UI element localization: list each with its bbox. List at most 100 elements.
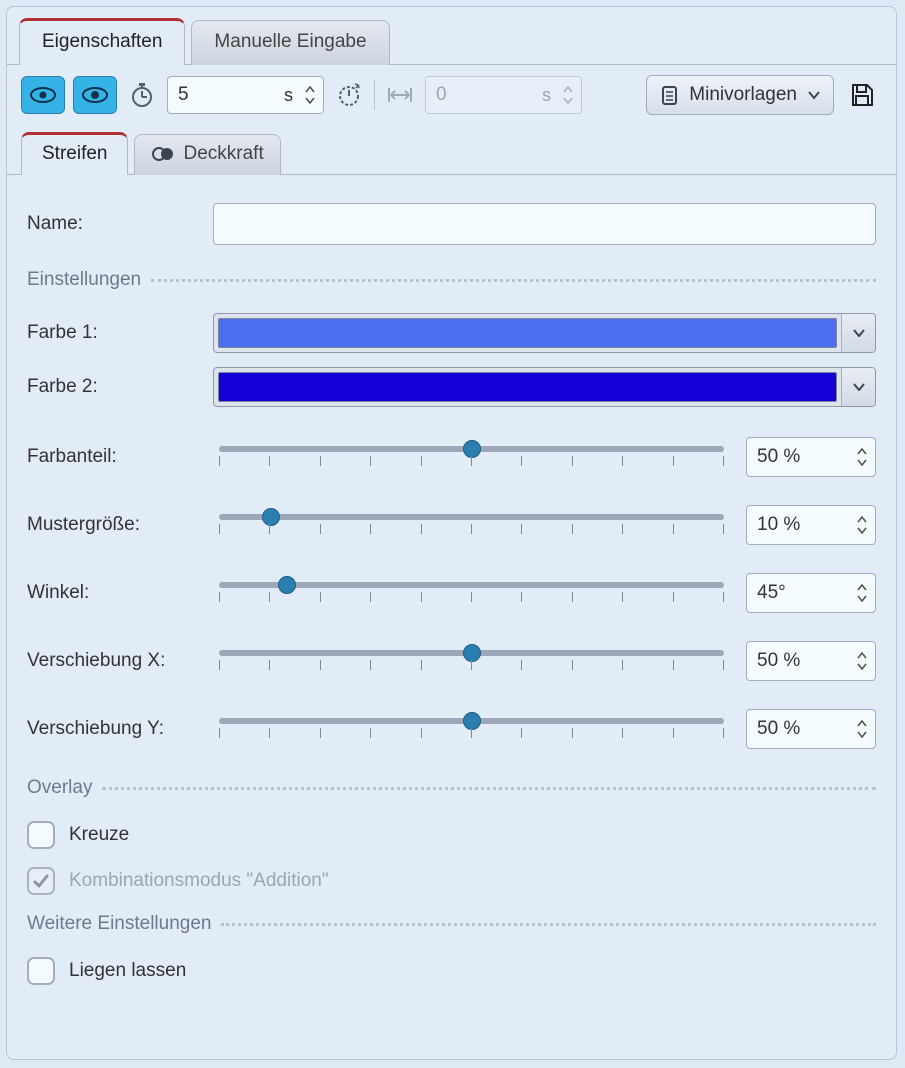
color1-menu[interactable] (841, 314, 875, 352)
content-area: Name: Einstellungen Farbe 1: Farbe 2: (7, 175, 896, 1021)
save-icon (849, 82, 875, 108)
sub-tab-bar: Streifen Deckkraft (7, 125, 896, 175)
section-title: Weitere Einstellungen (27, 913, 211, 935)
duration-spinners (303, 83, 317, 107)
chevron-down-icon (853, 383, 865, 391)
color1-swatch (218, 318, 837, 348)
versch_y-value-box[interactable]: 50 % (746, 709, 876, 749)
versch_y-value: 50 % (757, 718, 851, 740)
liegen-row: Liegen lassen (27, 957, 876, 985)
section-title: Overlay (27, 777, 92, 799)
properties-panel: Eigenschaften Manuelle Eingabe (6, 6, 897, 1060)
liegen-checkbox[interactable] (27, 957, 55, 985)
kreuze-checkbox[interactable] (27, 821, 55, 849)
mustergroesse-slider[interactable] (215, 514, 728, 536)
template-icon (659, 84, 679, 106)
mustergroesse-value: 10 % (757, 514, 851, 536)
mustergroesse-row: Mustergröße: 10 % (27, 505, 876, 545)
farbanteil-label: Farbanteil: (27, 446, 197, 468)
stopwatch-icon (130, 82, 154, 108)
color2-label: Farbe 2: (27, 376, 197, 398)
main-tab-bar: Eigenschaften Manuelle Eingabe (7, 7, 896, 65)
stopwatch-button[interactable] (125, 76, 159, 114)
winkel-value-box[interactable]: 45° (746, 573, 876, 613)
mustergroesse-label: Mustergröße: (27, 514, 197, 536)
color2-menu[interactable] (841, 368, 875, 406)
versch_x-value: 50 % (757, 650, 851, 672)
addition-row: Kombinationsmodus "Addition" (27, 867, 876, 895)
name-label: Name: (27, 213, 197, 235)
farbanteil-slider[interactable] (215, 446, 728, 468)
color1-picker[interactable] (213, 313, 876, 353)
templates-dropdown[interactable]: Minivorlagen (646, 75, 834, 115)
farbanteil-up[interactable] (855, 445, 869, 457)
opacity-icon (151, 145, 175, 163)
mustergroesse-value-box[interactable]: 10 % (746, 505, 876, 545)
tab-label: Streifen (42, 143, 107, 164)
duration-input[interactable] (178, 84, 278, 106)
versch_x-up[interactable] (855, 649, 869, 661)
versch_y-slider[interactable] (215, 718, 728, 740)
duration-down[interactable] (303, 95, 317, 107)
mustergroesse-down[interactable] (855, 525, 869, 537)
horizontal-arrows-icon (387, 85, 413, 105)
duration-spinbox[interactable]: s (167, 76, 324, 114)
section-divider (221, 923, 876, 926)
reset-time-button[interactable] (332, 76, 366, 114)
kreuze-label: Kreuze (69, 824, 129, 846)
tab-properties[interactable]: Eigenschaften (19, 18, 185, 65)
versch_x-label: Verschiebung X: (27, 650, 197, 672)
kreuze-row: Kreuze (27, 821, 876, 849)
versch_x-row: Verschiebung X: 50 % (27, 641, 876, 681)
section-divider (151, 279, 876, 282)
link-visibility-button[interactable] (21, 76, 65, 114)
width-spinbox: s (425, 76, 582, 114)
check-icon (32, 872, 50, 890)
color2-row: Farbe 2: (27, 367, 876, 407)
versch_x-down[interactable] (855, 661, 869, 673)
section-more: Weitere Einstellungen (27, 913, 876, 935)
visibility-button[interactable] (73, 76, 117, 114)
width-lock-button[interactable] (383, 76, 417, 114)
tab-opacity[interactable]: Deckkraft (134, 134, 280, 175)
width-down (561, 95, 575, 107)
templates-label: Minivorlagen (689, 84, 797, 106)
duration-unit: s (284, 85, 293, 106)
section-settings: Einstellungen (27, 269, 876, 291)
winkel-row: Winkel: 45° (27, 573, 876, 613)
mustergroesse-up[interactable] (855, 513, 869, 525)
winkel-label: Winkel: (27, 582, 197, 604)
color1-label: Farbe 1: (27, 322, 197, 344)
liegen-label: Liegen lassen (69, 960, 186, 982)
color1-row: Farbe 1: (27, 313, 876, 353)
winkel-up[interactable] (855, 581, 869, 593)
width-spinners (561, 83, 575, 107)
tab-manual-input[interactable]: Manuelle Eingabe (191, 20, 389, 65)
color2-swatch (218, 372, 837, 402)
versch_x-slider[interactable] (215, 650, 728, 672)
save-button[interactable] (842, 76, 882, 114)
section-overlay: Overlay (27, 777, 876, 799)
color2-picker[interactable] (213, 367, 876, 407)
addition-checkbox (27, 867, 55, 895)
versch_x-value-box[interactable]: 50 % (746, 641, 876, 681)
eye-icon (82, 86, 108, 104)
farbanteil-down[interactable] (855, 457, 869, 469)
name-input[interactable] (213, 203, 876, 245)
winkel-down[interactable] (855, 593, 869, 605)
winkel-slider[interactable] (215, 582, 728, 604)
chevron-down-icon (807, 90, 821, 100)
addition-label: Kombinationsmodus "Addition" (69, 870, 329, 892)
versch_y-up[interactable] (855, 717, 869, 729)
duration-up[interactable] (303, 83, 317, 95)
farbanteil-value-box[interactable]: 50 % (746, 437, 876, 477)
width-up (561, 83, 575, 95)
tab-label: Manuelle Eingabe (214, 31, 366, 52)
versch_y-down[interactable] (855, 729, 869, 741)
farbanteil-value: 50 % (757, 446, 851, 468)
winkel-value: 45° (757, 582, 851, 604)
tab-stripes[interactable]: Streifen (21, 132, 128, 175)
link-eye-icon (30, 86, 56, 104)
section-divider (102, 787, 876, 790)
toolbar: s s (7, 65, 896, 125)
